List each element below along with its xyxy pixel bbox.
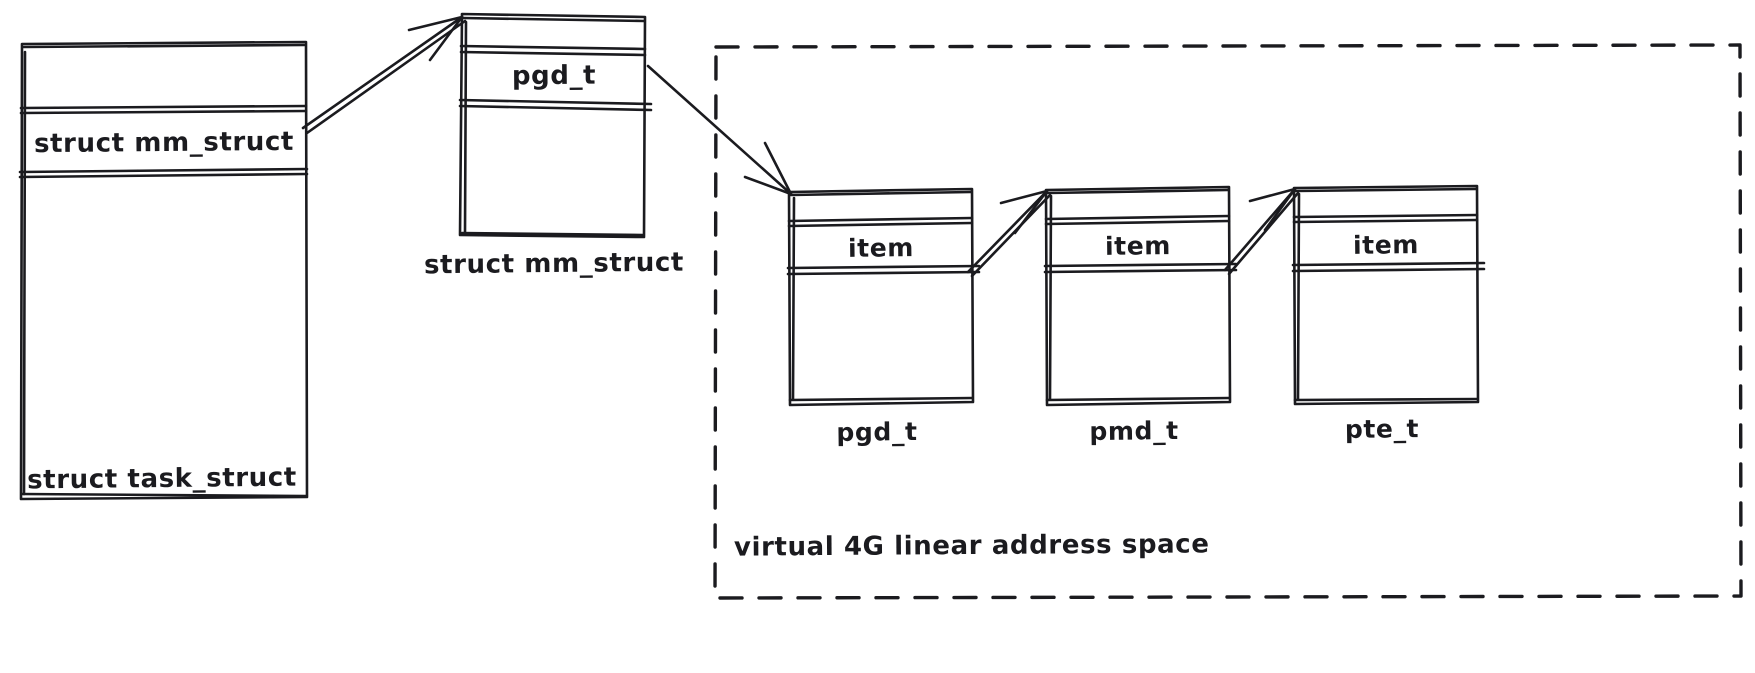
address-space-dashed-border <box>713 43 1743 600</box>
mm-struct-box <box>458 12 653 239</box>
arrow-itempgd-to-itempmd <box>966 189 1052 278</box>
arrow-taskstruct-to-mmstruct <box>301 15 467 135</box>
sketch-strokes <box>18 12 1743 600</box>
task-struct-box <box>18 40 309 501</box>
arrow-pgdt-to-item-pgd <box>646 64 793 196</box>
diagram-canvas: struct mm_struct struct task_struct pgd_… <box>0 0 1755 673</box>
item-box-pmd <box>1043 185 1238 407</box>
item-box-pte <box>1291 184 1486 406</box>
item-box-pgd <box>786 187 981 407</box>
arrow-itempmd-to-itempte <box>1223 187 1300 276</box>
